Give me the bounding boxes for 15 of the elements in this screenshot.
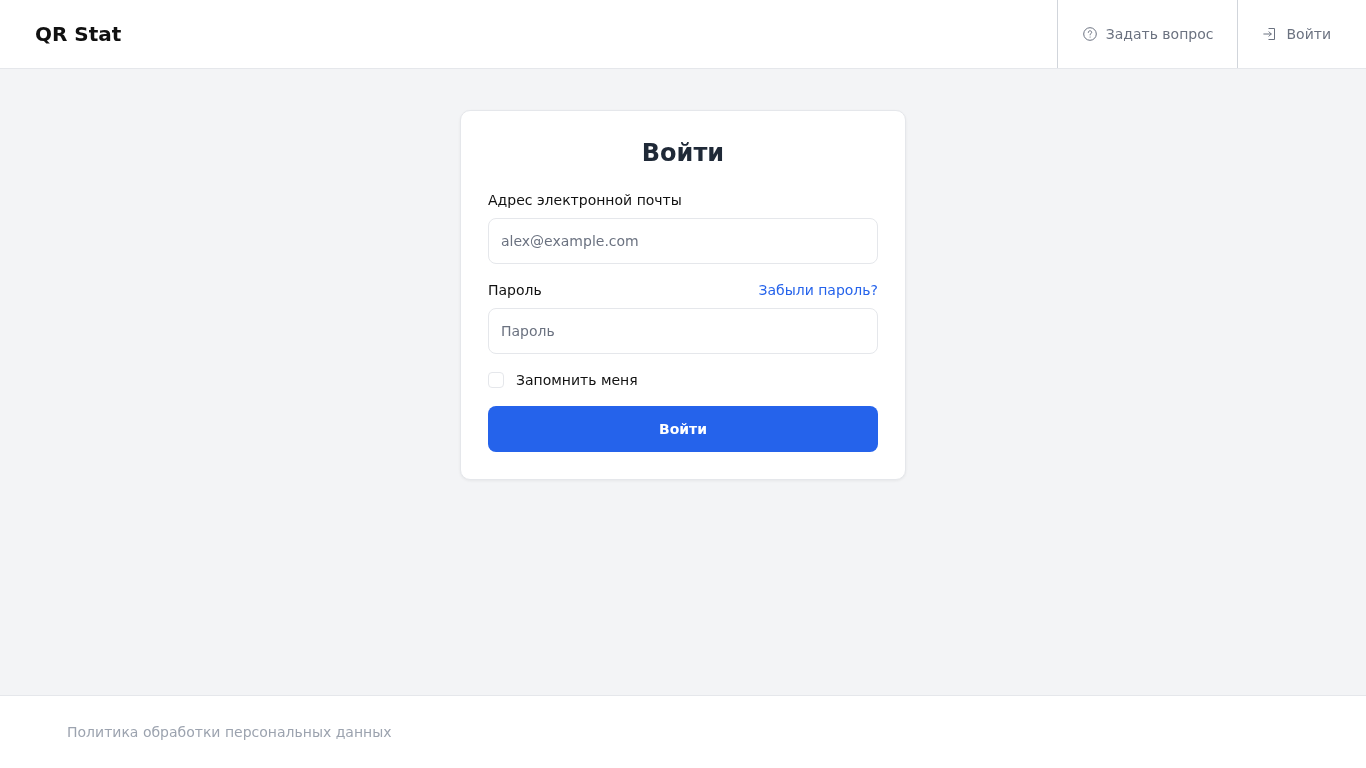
nav-link[interactable]: Задать вопрос — [1056, 0, 1238, 68]
password-field[interactable]: Пароль — [488, 308, 878, 354]
password-label: Пароль — [488, 281, 542, 300]
sign-in-icon — [1263, 27, 1278, 41]
logo-text: QR Stat — [35, 22, 122, 46]
remember-checkbox[interactable] — [488, 372, 504, 388]
privacy-policy-link[interactable]: Политика обработки персональных данных — [67, 724, 392, 740]
remember-label: Запомнить меня — [516, 371, 638, 390]
login-button[interactable]: Войти — [488, 406, 878, 452]
question-circle-icon — [1082, 27, 1097, 41]
forgot-password-link[interactable]: Забыли пароль? — [758, 280, 878, 300]
email-field[interactable]: alex@example.com — [488, 218, 878, 264]
form-title: Войти — [641, 138, 725, 168]
nav-link[interactable]: Войти — [1237, 0, 1331, 68]
email-label: Адрес электронной почты — [488, 191, 682, 210]
